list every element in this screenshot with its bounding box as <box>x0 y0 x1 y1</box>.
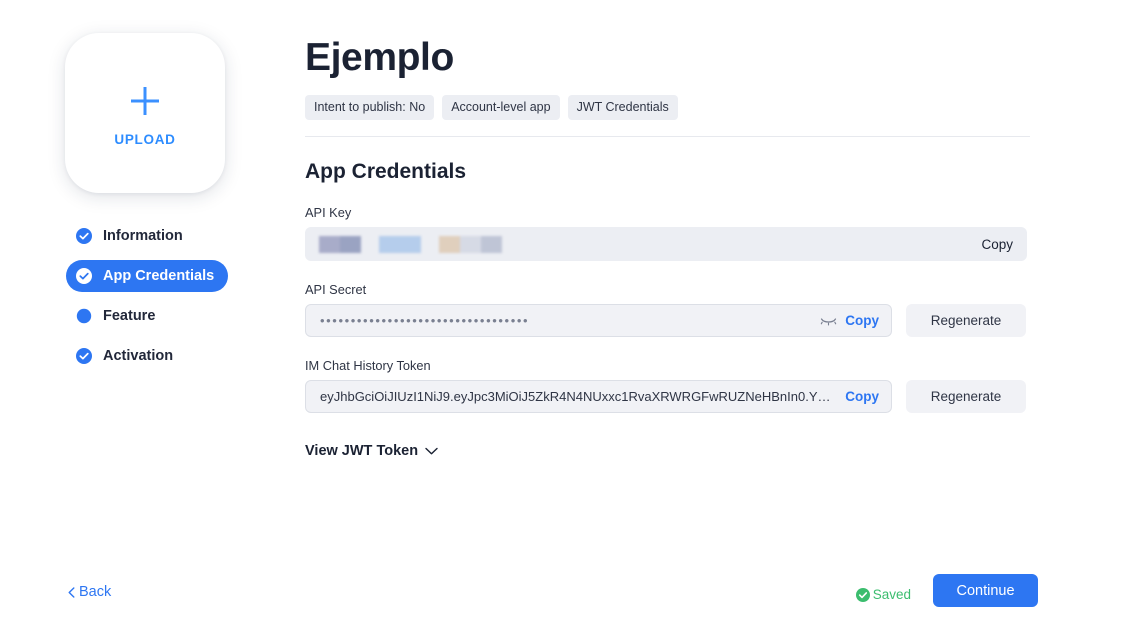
filled-dot-icon <box>76 308 92 324</box>
field-im-chat-history-token: IM Chat History Token eyJhbGciOiJIUzI1Ni… <box>305 358 1030 414</box>
api-key-redacted-value <box>319 235 502 253</box>
im-chat-history-token-input[interactable]: eyJhbGciOiJIUzI1NiJ9.eyJpc3MiOiJ5ZkR4N4N… <box>305 380 892 414</box>
sidebar-item-feature[interactable]: Feature <box>66 300 169 332</box>
back-label: Back <box>79 584 112 600</box>
im-chat-history-token-copy-button[interactable]: Copy <box>845 389 879 404</box>
left-column: UPLOAD Information App Credentials Featu… <box>0 0 300 632</box>
saved-status: Saved <box>855 587 911 602</box>
im-chat-history-token-label: IM Chat History Token <box>305 358 431 374</box>
badge-intent-to-publish: Intent to publish: No <box>305 94 435 121</box>
check-circle-icon <box>855 587 870 602</box>
chevron-left-icon <box>68 586 75 598</box>
api-secret-copy-button[interactable]: Copy <box>845 313 879 328</box>
plus-icon <box>131 86 159 115</box>
section-title-app-credentials: App Credentials <box>305 160 467 184</box>
field-api-secret: API Secret •••••••••••••••••••••••••••••… <box>305 282 1030 338</box>
api-secret-masked-value: •••••••••••••••••••••••••••••••••• <box>320 313 530 329</box>
sidebar-nav: Information App Credentials Feature Acti… <box>66 220 286 380</box>
api-secret-regenerate-button[interactable]: Regenerate <box>906 304 1026 338</box>
chevron-down-icon <box>425 448 438 455</box>
api-key-copy-button[interactable]: Copy <box>981 237 1013 252</box>
badge-credential-type: JWT Credentials <box>567 94 678 121</box>
view-jwt-token-toggle[interactable]: View JWT Token <box>305 443 438 459</box>
footer-bar: Back Saved Continue <box>0 570 1130 632</box>
field-api-key: API Key Copy <box>305 205 1030 262</box>
redacted-block <box>439 235 502 253</box>
sidebar-item-label: Feature <box>103 308 156 324</box>
api-key-label: API Key <box>305 205 352 221</box>
check-circle-icon <box>76 268 92 284</box>
im-chat-history-token-regenerate-button[interactable]: Regenerate <box>906 380 1026 414</box>
upload-label: UPLOAD <box>114 131 176 147</box>
eye-off-icon[interactable] <box>820 314 837 327</box>
sidebar-item-label: App Credentials <box>103 268 215 284</box>
sidebar-item-label: Information <box>103 228 183 244</box>
redacted-block <box>379 235 421 253</box>
continue-button[interactable]: Continue <box>933 574 1038 607</box>
api-secret-input[interactable]: •••••••••••••••••••••••••••••••••• Copy <box>305 304 892 338</box>
redacted-block <box>319 235 361 253</box>
page-title: Ejemplo <box>305 36 454 79</box>
check-circle-icon <box>76 348 92 364</box>
saved-label: Saved <box>872 587 911 602</box>
api-secret-label: API Secret <box>305 282 367 298</box>
im-chat-history-token-value: eyJhbGciOiJIUzI1NiJ9.eyJpc3MiOiJ5ZkR4N4N… <box>320 389 831 405</box>
main-content: Ejemplo Intent to publish: No Account-le… <box>305 0 1030 460</box>
sidebar-item-activation[interactable]: Activation <box>66 340 187 372</box>
sidebar-item-label: Activation <box>103 348 174 364</box>
api-key-value-bar: Copy <box>305 227 1027 262</box>
sidebar-item-information[interactable]: Information <box>66 220 197 252</box>
header-divider <box>305 136 1030 138</box>
check-circle-icon <box>76 228 92 244</box>
view-jwt-token-label: View JWT Token <box>305 443 419 460</box>
app-badges: Intent to publish: No Account-level app … <box>305 94 1030 121</box>
upload-app-icon-button[interactable]: UPLOAD <box>65 33 225 193</box>
app-page: UPLOAD Information App Credentials Featu… <box>0 0 1130 632</box>
back-button[interactable]: Back <box>68 584 111 600</box>
badge-app-level: Account-level app <box>442 94 560 121</box>
sidebar-item-app-credentials[interactable]: App Credentials <box>66 260 229 292</box>
